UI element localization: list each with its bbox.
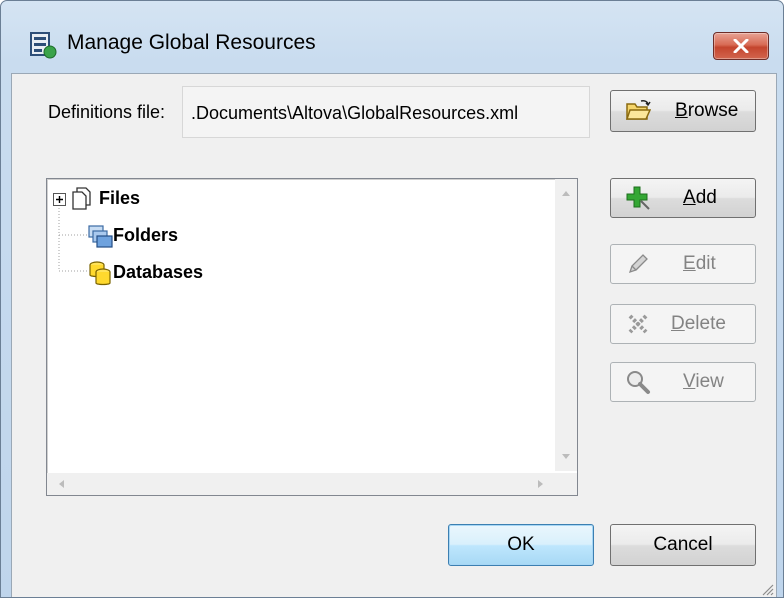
delete-button[interactable]: Delete: [610, 304, 756, 344]
resize-grip-icon[interactable]: [758, 580, 774, 596]
browse-button-label: Browse: [675, 100, 739, 121]
horizontal-scrollbar[interactable]: [47, 473, 555, 495]
tree-item-label: Folders: [113, 225, 179, 245]
expand-icon[interactable]: [53, 193, 66, 206]
files-icon: [72, 187, 91, 210]
delete-button-label: Delete: [671, 313, 726, 334]
cancel-button[interactable]: Cancel: [610, 524, 756, 566]
global-resources-app-icon: [30, 32, 57, 59]
scrollbar-corner: [555, 473, 577, 495]
view-button[interactable]: View: [610, 362, 756, 402]
pencil-icon: [628, 254, 648, 274]
dialog-window: Manage Global Resources Definitions file…: [0, 0, 784, 598]
vertical-scrollbar[interactable]: [555, 179, 577, 471]
resource-tree[interactable]: Files Folders Databases: [46, 178, 578, 496]
folders-icon: [88, 225, 113, 248]
scroll-left-icon[interactable]: [57, 479, 65, 489]
add-button-label: Add: [683, 187, 717, 208]
edit-button-label: Edit: [683, 253, 716, 274]
cancel-button-label: Cancel: [653, 534, 713, 555]
magnifier-icon: [627, 371, 650, 394]
open-folder-icon: [625, 100, 651, 120]
scroll-down-icon[interactable]: [561, 453, 571, 461]
tree-item-label: Databases: [113, 262, 204, 282]
ok-button[interactable]: OK: [448, 524, 594, 566]
tree-item-label: Files: [99, 188, 141, 208]
scroll-up-icon[interactable]: [561, 189, 571, 197]
add-button[interactable]: Add: [610, 178, 756, 218]
definitions-file-label: Definitions file:: [48, 102, 166, 122]
dialog-body: Definitions file: .Documents\Altova\Glob…: [11, 73, 777, 597]
ok-button-label: OK: [507, 534, 535, 555]
delete-icon: [628, 314, 648, 334]
browse-button[interactable]: Browse: [610, 90, 756, 132]
title-bar[interactable]: Manage Global Resources: [1, 1, 783, 77]
add-icon: [626, 186, 650, 210]
edit-button[interactable]: Edit: [610, 244, 756, 284]
close-icon: [733, 39, 749, 53]
definitions-file-field: .Documents\Altova\GlobalResources.xml: [182, 86, 590, 138]
view-button-label: View: [683, 371, 724, 392]
scroll-right-icon[interactable]: [537, 479, 545, 489]
window-title: Manage Global Resources: [67, 31, 316, 54]
databases-icon: [89, 261, 111, 286]
close-button[interactable]: [713, 32, 769, 60]
